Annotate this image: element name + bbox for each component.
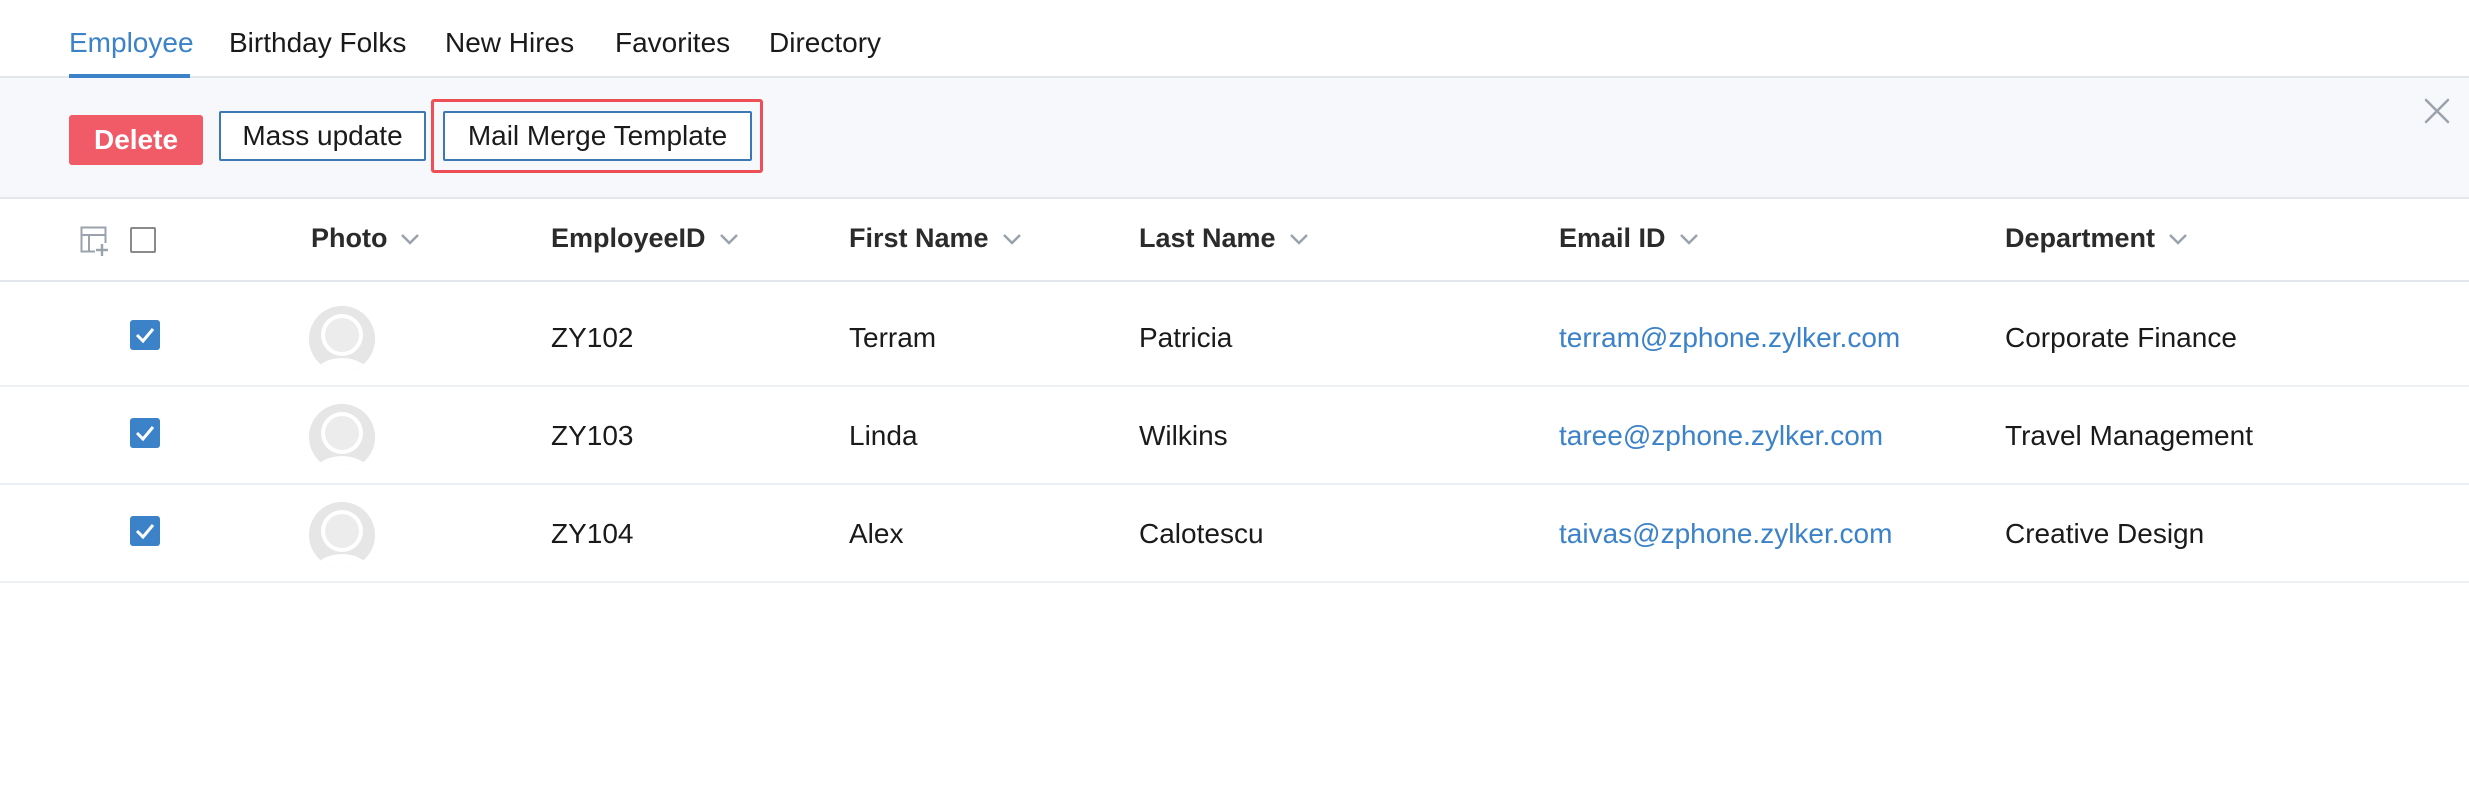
mass-update-button[interactable]: Mass update <box>219 111 426 161</box>
table-header: Photo EmployeeID First Name Last Name Em… <box>0 199 2469 282</box>
row-checkbox[interactable] <box>130 516 160 546</box>
tab-favorites[interactable]: Favorites <box>615 26 730 60</box>
table-row[interactable]: ZY102 Terram Patricia terram@zphone.zylk… <box>0 289 2469 387</box>
cell-first-name: Linda <box>849 420 918 451</box>
column-header-department[interactable]: Department <box>2005 223 2189 254</box>
chevron-down-icon <box>401 233 420 245</box>
chevron-down-icon <box>1289 233 1308 245</box>
column-header-label: Last Name <box>1139 223 1276 253</box>
cell-last-name: Calotescu <box>1139 518 1264 549</box>
column-header-label: Email ID <box>1559 223 1666 253</box>
cell-email-link[interactable]: taree@zphone.zylker.com <box>1559 419 1883 453</box>
cell-email-link[interactable]: terram@zphone.zylker.com <box>1559 321 1900 355</box>
cell-first-name: Terram <box>849 322 937 353</box>
cell-department: Corporate Finance <box>2005 322 2237 353</box>
close-icon[interactable] <box>2422 96 2452 126</box>
checkmark-icon <box>135 524 155 540</box>
chevron-down-icon <box>1002 233 1021 245</box>
chevron-down-icon <box>2169 233 2187 245</box>
cell-department: Creative Design <box>2005 518 2205 549</box>
table-row[interactable]: ZY104 Alex Calotescu taivas@zphone.zylke… <box>0 485 2469 583</box>
tab-bar: Employee Birthday Folks New Hires Favori… <box>0 0 2469 78</box>
checkmark-icon <box>135 426 155 442</box>
user-avatar-icon <box>309 404 375 470</box>
column-header-label: First Name <box>849 223 989 253</box>
tab-directory[interactable]: Directory <box>769 26 881 60</box>
tab-new-hires[interactable]: New Hires <box>445 26 574 60</box>
column-header-label: Department <box>2005 223 2156 253</box>
tab-birthday-folks[interactable]: Birthday Folks <box>229 26 406 60</box>
user-avatar-icon <box>309 306 375 372</box>
cell-last-name: Patricia <box>1139 322 1233 353</box>
column-settings-icon[interactable] <box>80 226 110 258</box>
cell-employee-id: ZY104 <box>551 518 634 549</box>
column-header-employeeid[interactable]: EmployeeID <box>551 223 740 254</box>
column-header-last-name[interactable]: Last Name <box>1139 223 1310 254</box>
cell-last-name: Wilkins <box>1139 420 1228 451</box>
column-header-first-name[interactable]: First Name <box>849 223 1023 254</box>
row-checkbox[interactable] <box>130 418 160 448</box>
column-header-label: Photo <box>311 223 388 253</box>
cell-department: Travel Management <box>2005 420 2253 451</box>
chevron-down-icon <box>1679 233 1698 245</box>
table-row[interactable]: ZY103 Linda Wilkins taree@zphone.zylker.… <box>0 387 2469 485</box>
cell-employee-id: ZY102 <box>551 322 634 353</box>
cell-employee-id: ZY103 <box>551 420 634 451</box>
select-all-checkbox[interactable] <box>130 227 156 253</box>
chevron-down-icon <box>719 233 738 245</box>
column-header-email-id[interactable]: Email ID <box>1559 223 1700 254</box>
row-checkbox[interactable] <box>130 320 160 350</box>
user-avatar-icon <box>309 502 375 568</box>
cell-first-name: Alex <box>849 518 904 549</box>
tab-employee[interactable]: Employee <box>69 26 194 60</box>
mail-merge-template-button[interactable]: Mail Merge Template <box>443 111 752 161</box>
column-header-label: EmployeeID <box>551 223 706 253</box>
cell-email-link[interactable]: taivas@zphone.zylker.com <box>1559 517 1892 551</box>
delete-button[interactable]: Delete <box>69 115 203 165</box>
checkmark-icon <box>135 328 155 344</box>
column-header-photo[interactable]: Photo <box>311 223 421 254</box>
bulk-action-bar: Delete Mass update Mail Merge Template <box>0 78 2469 199</box>
